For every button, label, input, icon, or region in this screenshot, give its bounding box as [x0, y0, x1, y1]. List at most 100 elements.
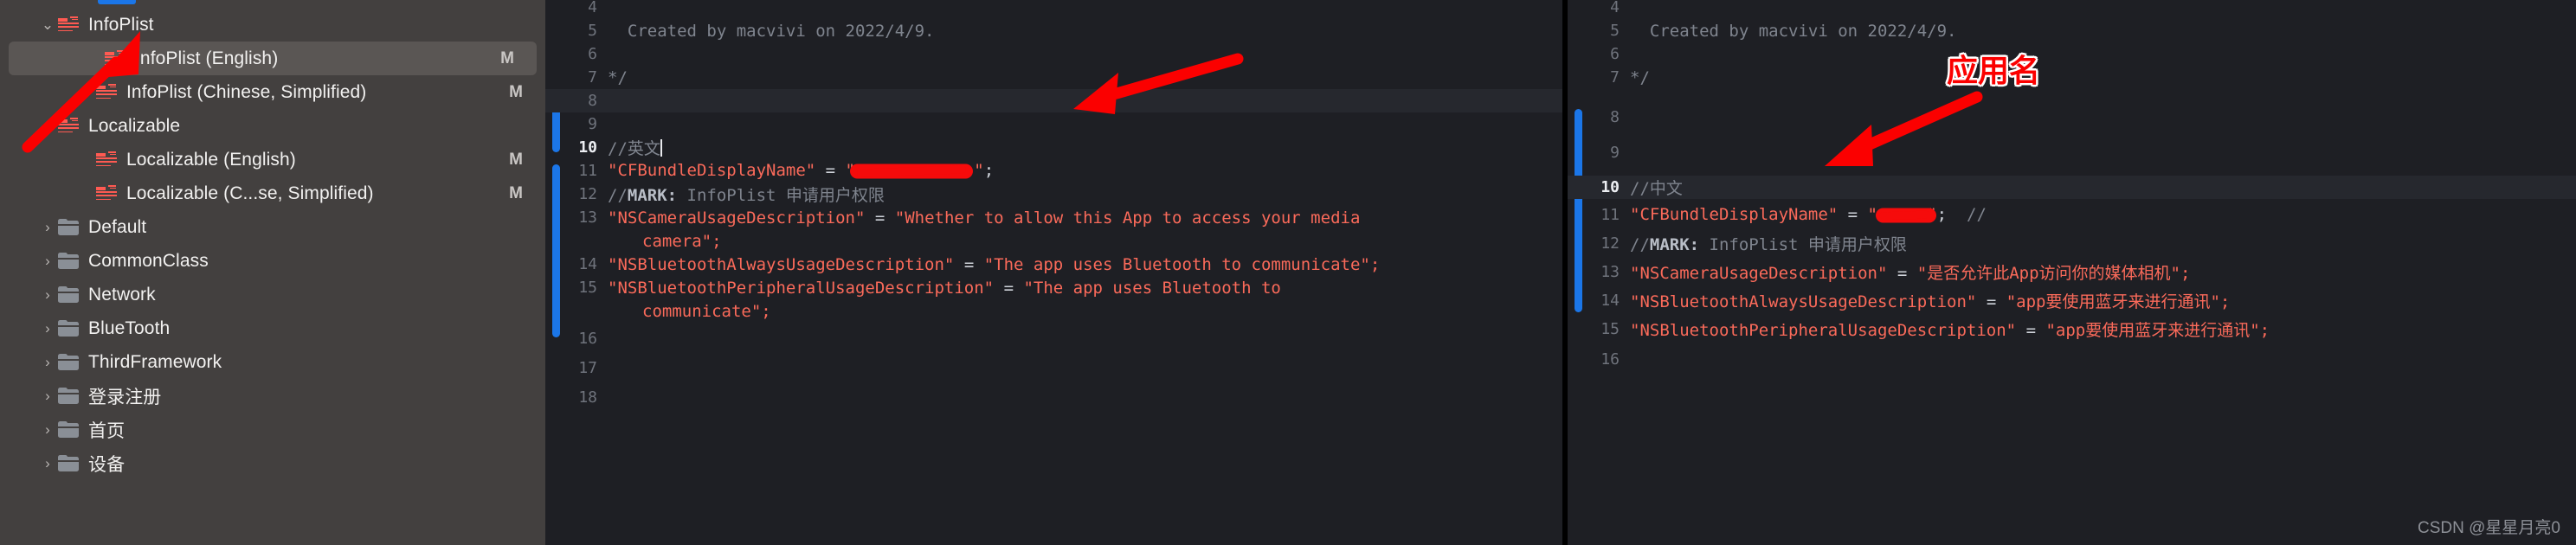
sidebar-item-[interactable]: › 登录注册 [0, 379, 545, 413]
sidebar-item-bluetooth[interactable]: › BlueTooth [0, 311, 545, 345]
code-line-text: //MARK: InfoPlist 申请用户权限 [608, 186, 885, 205]
strings-file-icon [95, 83, 118, 101]
sidebar-item-[interactable]: › 设备 [0, 446, 545, 480]
code-line-text: //英文 [608, 139, 660, 158]
code-value: "是否允许此App访问你的媒体相机"; [1916, 264, 2191, 283]
sidebar-item-label: Localizable [88, 115, 181, 136]
line-number: 9 [588, 115, 597, 133]
chevron-right-icon[interactable]: › [38, 253, 57, 268]
sidebar-item-label: 登录注册 [88, 387, 162, 407]
sidebar-item-default[interactable]: › Default [0, 210, 545, 244]
code-operator: = [1838, 205, 1868, 225]
chevron-down-icon[interactable]: ⌄ [38, 17, 57, 32]
code-line-text: */ [1630, 67, 1650, 87]
line-number: 17 [578, 359, 597, 377]
code-value-continued: communicate"; [642, 301, 771, 321]
line-number: 12 [578, 185, 597, 203]
line-number: 9 [1610, 144, 1620, 162]
chevron-right-icon[interactable]: › [38, 321, 57, 336]
status-badge-modified: M [509, 150, 523, 169]
sidebar-item-label: InfoPlist (Chinese, Simplified) [126, 81, 367, 102]
chevron-right-icon[interactable]: › [38, 422, 57, 437]
code-line-text: Created by macvivi on 2022/4/9. [608, 21, 935, 41]
sidebar-item-localizable-c-se-simplified[interactable]: Localizable (C...se, Simplified) M [0, 176, 545, 210]
sidebar-item-label: CommonClass [88, 250, 209, 271]
sidebar-item-label: Default [88, 216, 147, 237]
folder-icon [57, 353, 80, 371]
folder-icon [57, 218, 80, 236]
line-number: 4 [1610, 0, 1620, 16]
code-value: "The app uses Bluetooth to communicate"; [983, 254, 1381, 274]
sidebar-item-label: InfoPlist [88, 14, 154, 35]
folder-icon [57, 387, 80, 405]
sidebar-item-label: ThirdFramework [88, 351, 222, 372]
editor-pane-english[interactable]: 4 5 Created by macvivi on 2022/4/9. 6 7 *… [545, 0, 1562, 545]
sidebar-item-label: Localizable (C...se, Simplified) [126, 183, 374, 203]
code-key: "NSCameraUsageDescription" [1630, 264, 1888, 283]
sidebar-item-infoplist-chinese-simplified[interactable]: InfoPlist (Chinese, Simplified) M [0, 75, 545, 109]
strings-file-icon [57, 16, 80, 34]
line-number: 15 [1600, 320, 1620, 338]
line-number: 13 [578, 208, 597, 227]
sidebar-item-commonclass[interactable]: › CommonClass [0, 244, 545, 278]
chevron-right-icon[interactable]: › [38, 287, 57, 302]
code-key: "NSBluetoothPeripheralUsageDescription" [1630, 321, 2017, 340]
watermark: CSDN @星星月亮0 [2418, 519, 2560, 537]
sidebar-item-label: Network [88, 284, 156, 305]
line-number: 7 [588, 68, 597, 87]
code-value: "The app uses Bluetooth to [1023, 278, 1281, 298]
code-operator: = [815, 161, 846, 181]
line-number: 16 [578, 330, 597, 348]
sidebar-item-thirdframework[interactable]: › ThirdFramework [0, 345, 545, 379]
line-number: 6 [1610, 45, 1620, 63]
line-number: 5 [588, 22, 597, 40]
line-number: 5 [1610, 22, 1620, 40]
folder-icon [57, 319, 80, 337]
folder-icon [57, 454, 80, 472]
sidebar-item-localizable-english[interactable]: Localizable (English) M [0, 143, 545, 176]
code-value-continued: camera"; [642, 231, 722, 251]
chevron-down-icon[interactable]: ⌄ [38, 119, 57, 133]
line-number: 13 [1600, 263, 1620, 281]
file-tree[interactable]: ⌄ InfoPlist InfoPlist (English) M InfoPlist … [0, 0, 545, 480]
code-trailing-comment: // [1967, 205, 1987, 225]
chevron-right-icon[interactable]: › [38, 388, 57, 403]
sidebar-item-infoplist-english[interactable]: InfoPlist (English) M [9, 42, 537, 75]
editor-pane-chinese[interactable]: 4 5 Created by macvivi on 2022/4/9. 6 7 *… [1568, 0, 2576, 545]
folder-icon [57, 252, 80, 270]
sidebar-item-[interactable]: › 首页 [0, 413, 545, 446]
code-content-left[interactable]: 4 5 Created by macvivi on 2022/4/9. 6 7 *… [545, 0, 1562, 545]
sidebar-item-label: 首页 [88, 420, 126, 441]
code-line-text: //MARK: InfoPlist 申请用户权限 [1630, 235, 1907, 254]
project-navigator-sidebar[interactable]: ⌄ InfoPlist InfoPlist (English) M InfoPlist … [0, 0, 545, 545]
code-key: "CFBundleDisplayName" [1630, 205, 1839, 225]
chevron-right-icon[interactable]: › [38, 220, 57, 234]
code-content-right[interactable]: 4 5 Created by macvivi on 2022/4/9. 6 7 *… [1568, 0, 2576, 545]
selected-row-sliver [98, 0, 136, 4]
sidebar-item-label: 设备 [88, 454, 126, 475]
line-number: 7 [1610, 68, 1620, 87]
chevron-right-icon[interactable]: › [38, 355, 57, 369]
line-number: 18 [578, 388, 597, 407]
line-number: 14 [1600, 292, 1620, 310]
annotation-label-app-name: 应用名 [1947, 54, 2041, 89]
code-line-text: */ [608, 67, 628, 87]
sidebar-item-network[interactable]: › Network [0, 278, 545, 311]
status-badge-modified: M [500, 48, 514, 67]
sidebar-item-localizable[interactable]: ⌄ Localizable [0, 109, 545, 143]
code-line-text: Created by macvivi on 2022/4/9. [1630, 21, 1957, 41]
code-tail: ; [983, 161, 995, 181]
line-number: 14 [578, 255, 597, 273]
strings-file-icon [57, 117, 80, 135]
line-number: 12 [1600, 234, 1620, 253]
line-number: 4 [588, 0, 597, 16]
mark-keyword: MARK: [627, 186, 678, 205]
xcode-window: ⌄ InfoPlist InfoPlist (English) M InfoPlist … [0, 0, 2576, 545]
strings-file-icon [95, 151, 118, 169]
sidebar-item-infoplist[interactable]: ⌄ InfoPlist [0, 8, 545, 42]
strings-file-icon [95, 184, 118, 202]
line-number: 8 [588, 92, 597, 110]
status-badge-modified: M [509, 82, 523, 101]
chevron-right-icon[interactable]: › [38, 456, 57, 471]
strings-file-icon [104, 49, 126, 67]
